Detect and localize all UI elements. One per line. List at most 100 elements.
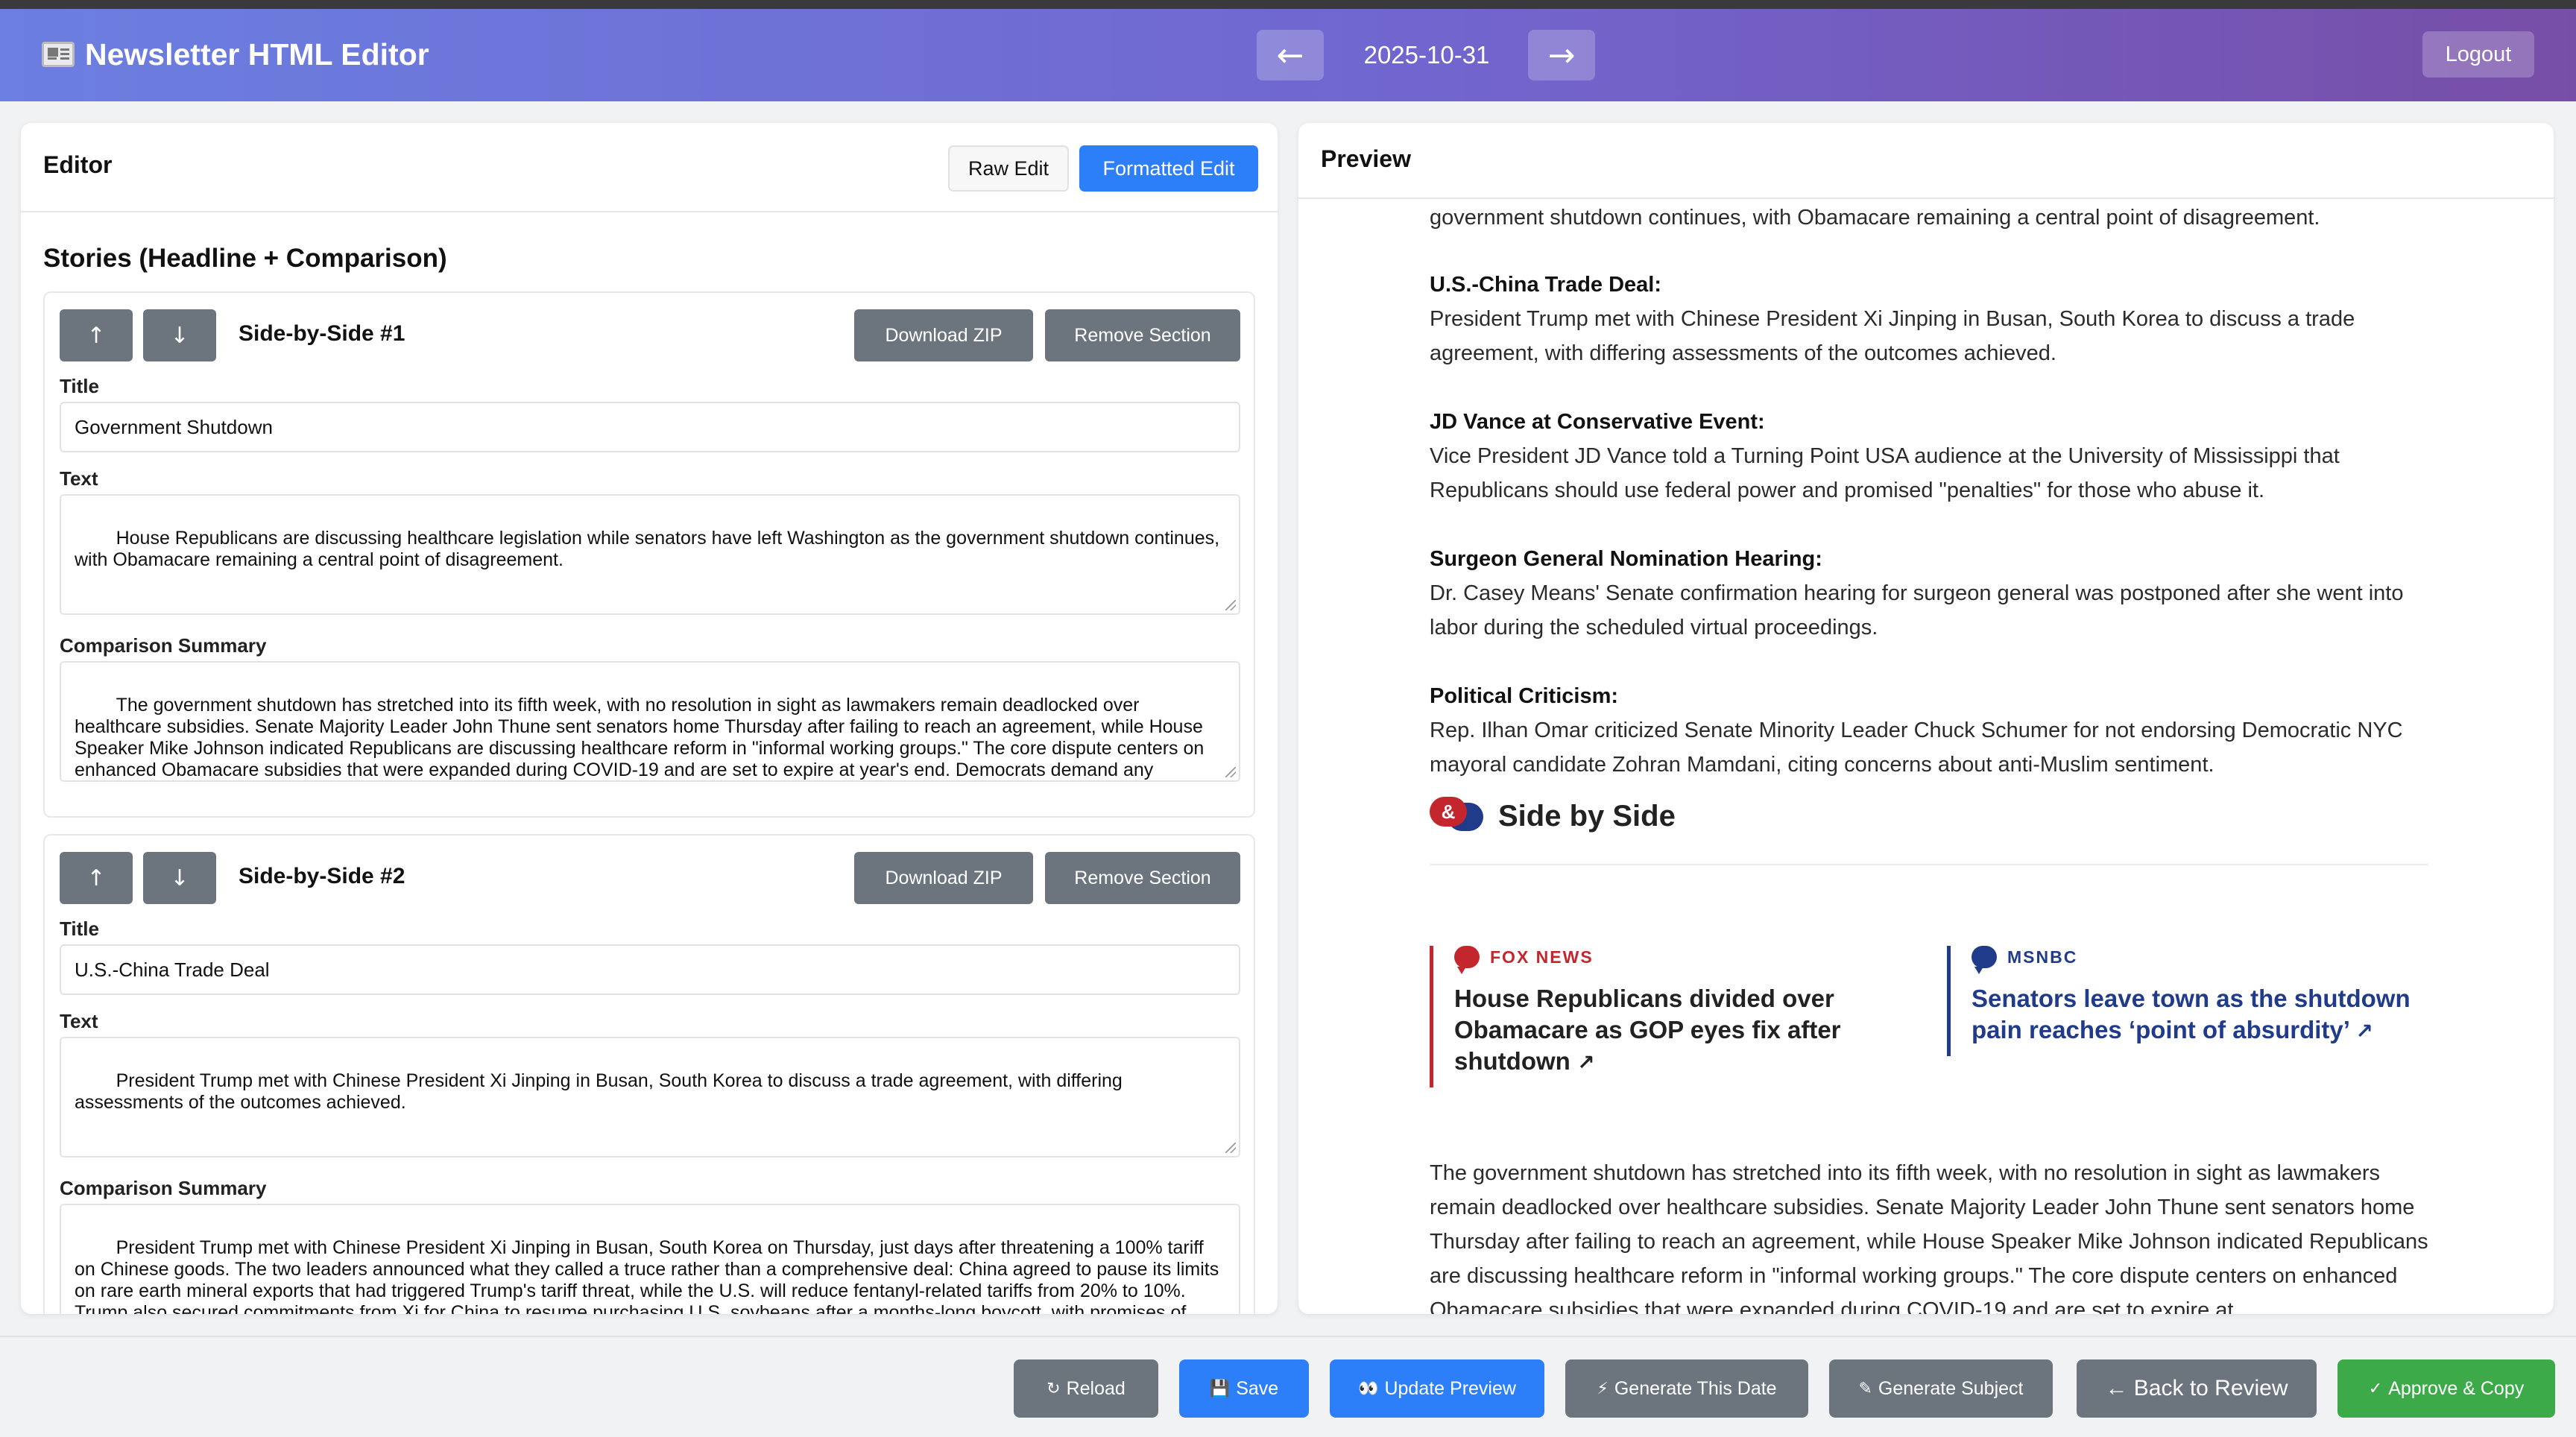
comparison-textarea[interactable]: President Trump met with Chinese Preside… [60,1204,1240,1314]
source-label: FOX NEWS [1454,946,1907,974]
side-by-side-section: ↑ ↓ Side-by-Side #1 Download ZIP Remove … [43,291,1255,818]
source-headline-link[interactable]: House Republicans divided over Obamacare… [1454,983,1907,1078]
save-label: Save [1236,1377,1279,1399]
resize-handle[interactable] [1225,600,1236,610]
comparison-field-label: Comparison Summary [60,634,267,657]
preview-title: Preview [1321,145,1411,172]
download-zip-button[interactable]: Download ZIP [854,309,1033,361]
headline-text: Senators leave town as the shutdown pain… [1972,985,2411,1043]
previous-date-button[interactable]: ← [1257,30,1324,80]
side-by-side-heading: & Side by Side [1430,797,1676,836]
move-down-button[interactable]: ↓ [143,309,216,361]
next-date-button[interactable]: → [1528,30,1595,80]
move-up-button[interactable]: ↑ [60,309,133,361]
story-body: Rep. Ilhan Omar criticized Senate Minori… [1430,718,2403,777]
preview-story: Surgeon General Nomination Hearing: Dr. … [1430,542,2428,645]
source-headline-link[interactable]: Senators leave town as the shutdown pain… [1972,983,2424,1047]
text-field-label: Text [60,467,98,490]
approve-label: Approve & Copy [2388,1377,2525,1399]
brand: Newsletter HTML Editor [42,36,429,73]
window-top-strip [0,0,2576,9]
story-body: Dr. Casey Means' Senate confirmation hea… [1430,581,2404,639]
title-field-label: Title [60,918,99,940]
reload-icon: ↻ [1046,1379,1061,1398]
generate-this-date-button[interactable]: ⚡ Generate This Date [1565,1359,1808,1418]
checkmark-icon: ✓ [2368,1379,2383,1398]
comparison-textarea-value: The government shutdown has stretched in… [75,695,1205,780]
back-to-review-button[interactable]: ← Back to Review [2077,1359,2317,1418]
editor-title: Editor [43,151,113,178]
stories-heading: Stories (Headline + Comparison) [43,244,447,273]
formatted-edit-button[interactable]: Formatted Edit [1079,145,1258,192]
magic-wand-icon: ✎ [1858,1379,1872,1398]
reload-button[interactable]: ↻ Reload [1014,1359,1158,1418]
external-link-icon: ↗ [1576,1050,1595,1075]
lightning-icon: ⚡ [1597,1379,1609,1398]
resize-handle[interactable] [1225,1143,1236,1153]
logout-button[interactable]: Logout [2422,31,2534,78]
side-by-side-section: ↑ ↓ Side-by-Side #2 Download ZIP Remove … [43,834,1255,1314]
preview-scroll-area[interactable]: government shutdown continues, with Obam… [1298,200,2554,1314]
section-label: Side-by-Side #2 [239,864,405,888]
title-field-label: Title [60,375,99,397]
save-button[interactable]: 💾 Save [1179,1359,1309,1418]
preview-panel: Preview government shutdown continues, w… [1298,123,2554,1314]
text-textarea[interactable]: House Republicans are discussing healthc… [60,494,1240,615]
editor-header: Editor Raw Edit Formatted Edit [21,123,1278,212]
comparison-textarea[interactable]: The government shutdown has stretched in… [60,661,1240,782]
update-preview-button[interactable]: 👀 Update Preview [1330,1359,1544,1418]
side-by-side-title: Side by Side [1498,799,1676,833]
story-body: Vice President JD Vance told a Turning P… [1430,444,2340,502]
text-textarea-value: House Republicans are discussing healthc… [75,528,1225,570]
divider [1430,864,2428,865]
fox-news-column: FOX NEWS House Republicans divided over … [1430,946,1907,1087]
preview-story: U.S.-China Trade Deal: President Trump m… [1430,268,2428,370]
generate-subject-button[interactable]: ✎ Generate Subject [1829,1359,2053,1418]
approve-copy-button[interactable]: ✓ Approve & Copy [2337,1359,2555,1418]
preview-header: Preview [1298,123,2554,199]
msnbc-column: MSNBC Senators leave town as the shutdow… [1947,946,2424,1056]
text-textarea[interactable]: President Trump met with Chinese Preside… [60,1037,1240,1158]
remove-section-button[interactable]: Remove Section [1045,852,1240,904]
move-up-button[interactable]: ↑ [60,852,133,904]
download-zip-button[interactable]: Download ZIP [854,852,1033,904]
source-name: MSNBC [2007,947,2078,967]
raw-edit-button[interactable]: Raw Edit [948,145,1069,192]
chat-bubble-icon [1972,946,1997,974]
move-down-button[interactable]: ↓ [143,852,216,904]
story-body: President Trump met with Chinese Preside… [1430,307,2355,365]
resize-handle[interactable] [1225,767,1236,777]
eyes-icon: 👀 [1358,1379,1379,1398]
newspaper-icon [42,42,75,67]
remove-section-button[interactable]: Remove Section [1045,309,1240,361]
title-input[interactable]: Government Shutdown [60,402,1240,452]
preview-text: government shutdown continues, with Obam… [1430,206,2320,230]
reload-label: Reload [1066,1377,1126,1399]
story-headline: Political Criticism: [1430,684,1619,708]
source-label: MSNBC [1972,946,2424,974]
generate-subject-label: Generate Subject [1878,1377,2024,1399]
app-title: Newsletter HTML Editor [85,37,429,72]
editor-panel: Editor Raw Edit Formatted Edit Stories (… [21,123,1278,1314]
story-headline: JD Vance at Conservative Event: [1430,410,1765,434]
section-label: Side-by-Side #1 [239,321,405,346]
comparison-field-label: Comparison Summary [60,1177,267,1199]
title-input[interactable]: U.S.-China Trade Deal [60,944,1240,995]
preview-story: Political Criticism: Rep. Ilhan Omar cri… [1430,679,2428,782]
headline-text: House Republicans divided over Obamacare… [1454,985,1841,1075]
comparison-textarea-value: President Trump met with Chinese Preside… [75,1237,1219,1314]
text-textarea-value: President Trump met with Chinese Preside… [75,1070,1128,1113]
red-bubble: & [1430,797,1467,827]
floppy-disk-icon: 💾 [1209,1379,1231,1398]
action-bar: ↻ Reload 💾 Save 👀 Update Preview ⚡ Gener… [0,1336,2576,1437]
generate-date-label: Generate This Date [1614,1377,1777,1399]
story-headline: U.S.-China Trade Deal: [1430,273,1662,297]
current-date: 2025-10-31 [1363,41,1490,69]
story-headline: Surgeon General Nomination Hearing: [1430,547,1822,571]
source-name: FOX NEWS [1490,947,1594,967]
speech-bubbles-icon: & [1430,797,1483,836]
chat-bubble-icon [1454,946,1480,974]
app-header: Newsletter HTML Editor ← 2025-10-31 → Lo… [0,9,2576,101]
external-link-icon: ↗ [2355,1019,2373,1043]
editor-scroll-area[interactable]: Stories (Headline + Comparison) ↑ ↓ Side… [21,214,1278,1314]
